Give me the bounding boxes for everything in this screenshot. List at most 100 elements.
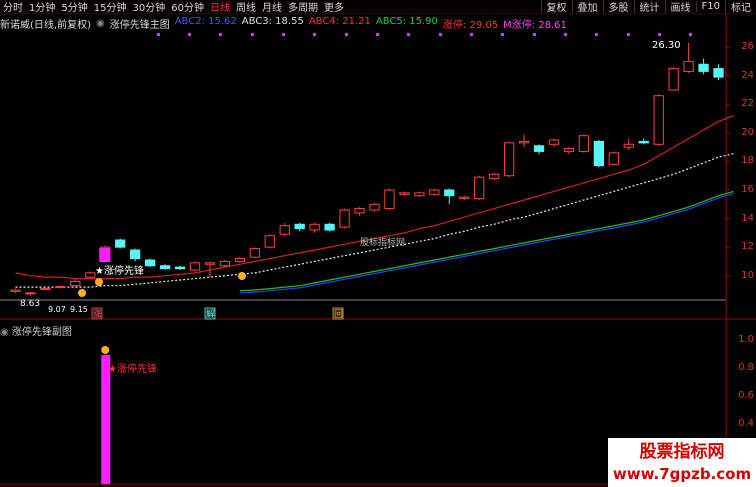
sub-y-tick-2: 0.6: [738, 390, 754, 401]
y-tick-1: 24: [741, 69, 754, 81]
candle: [474, 176, 485, 200]
low2-label: 9.07: [48, 305, 66, 314]
top-marker: [439, 33, 442, 36]
candle: [369, 203, 380, 211]
candle: [444, 189, 455, 197]
candle: [115, 239, 126, 248]
top-marker: [501, 33, 504, 36]
ma-green-line: [239, 190, 734, 292]
candle: [55, 285, 66, 288]
candle: [593, 140, 604, 167]
top-marker: [407, 33, 410, 36]
candle: [204, 262, 216, 265]
watermark-line1: 股票指标网: [639, 442, 725, 462]
candle: [414, 192, 425, 197]
bottom-marker-2: 回: [334, 309, 343, 320]
top-marker: [251, 33, 254, 36]
candle: [623, 143, 634, 148]
watermark: 股票指标网 www.7gpzb.com: [608, 438, 756, 487]
candle: [429, 189, 440, 195]
top-marker: [345, 33, 348, 36]
star-annotation: ★涨停先锋: [95, 264, 144, 277]
candle: [249, 248, 260, 258]
candle: [159, 265, 171, 270]
candle: [264, 235, 275, 248]
candle: [698, 63, 709, 72]
candle: [144, 259, 156, 267]
y-tick-4: 18: [741, 155, 754, 167]
candle: [309, 223, 320, 231]
candle: [354, 208, 365, 214]
candle: [25, 292, 36, 295]
sub-y-tick-0: 1.0: [738, 334, 754, 345]
candle: [563, 148, 575, 152]
ma-red-line: [15, 115, 734, 280]
top-marker: [376, 33, 379, 36]
candle: [638, 140, 649, 144]
top-marker: [282, 33, 285, 36]
candle: [489, 173, 500, 180]
candle: [713, 68, 724, 78]
limit-up-signal: [99, 248, 111, 262]
high-price-label: 26.30: [652, 40, 681, 51]
candle: [70, 280, 81, 287]
low-price-label: 8.63: [20, 299, 40, 309]
top-marker: [658, 33, 661, 36]
center-watermark: 股标指标网: [360, 236, 405, 248]
top-marker: [157, 33, 160, 36]
candle: [384, 189, 395, 210]
y-tick-6: 14: [741, 212, 754, 224]
candle: [234, 258, 245, 262]
y-tick-3: 20: [741, 126, 754, 138]
y-tick-8: 10: [741, 269, 754, 281]
candle: [668, 68, 679, 91]
top-marker: [627, 33, 630, 36]
candle: [189, 262, 201, 271]
candle: [130, 249, 141, 260]
y-tick-7: 12: [741, 241, 754, 253]
candle: [85, 272, 96, 278]
top-marker: [470, 33, 473, 36]
candle: [683, 60, 694, 72]
candle: [459, 196, 470, 200]
candle: [279, 225, 290, 235]
candle: [324, 223, 335, 231]
top-marker: [313, 33, 316, 36]
candle: [339, 209, 350, 228]
sub-star-annotation: ★涨停先锋: [108, 362, 157, 375]
diamond-icon: [238, 272, 246, 280]
candle: [518, 140, 530, 144]
candle: [399, 192, 410, 195]
candle: [653, 95, 664, 145]
top-marker: [533, 33, 536, 36]
top-marker: [595, 33, 598, 36]
candle: [10, 289, 21, 292]
candle: [174, 266, 186, 270]
candle: [294, 223, 305, 230]
low3-label: 9.15: [70, 305, 88, 314]
candle: [548, 139, 560, 145]
candle: [219, 260, 231, 267]
candle: [578, 135, 590, 152]
top-marker: [564, 33, 567, 36]
bottom-marker-1: 解: [206, 308, 215, 320]
ma-blue-line: [239, 193, 734, 294]
top-marker: [188, 33, 191, 36]
candle: [503, 142, 515, 177]
y-tick-0: 26: [741, 41, 754, 53]
kline-chart[interactable]: ★涨停先锋 26.30 8.63 9.07 9.15 股标指标网涨 解 回 ★涨停先锋: [0, 0, 756, 487]
coin-icon: [95, 278, 103, 286]
candle: [533, 145, 545, 152]
diamond-icon: [78, 289, 86, 297]
watermark-line2: www.7gpzb.com: [612, 465, 752, 483]
candle: [608, 152, 619, 165]
top-marker: [219, 33, 222, 36]
top-marker: [689, 33, 692, 36]
y-tick-2: 22: [741, 98, 754, 110]
bottom-marker-0: 涨: [93, 309, 102, 320]
sub-y-tick-3: 0.4: [738, 418, 754, 429]
sub-coin-icon: [101, 346, 110, 354]
y-tick-5: 16: [741, 184, 754, 195]
sub-y-tick-1: 0.8: [738, 362, 754, 373]
candle: [40, 288, 51, 291]
